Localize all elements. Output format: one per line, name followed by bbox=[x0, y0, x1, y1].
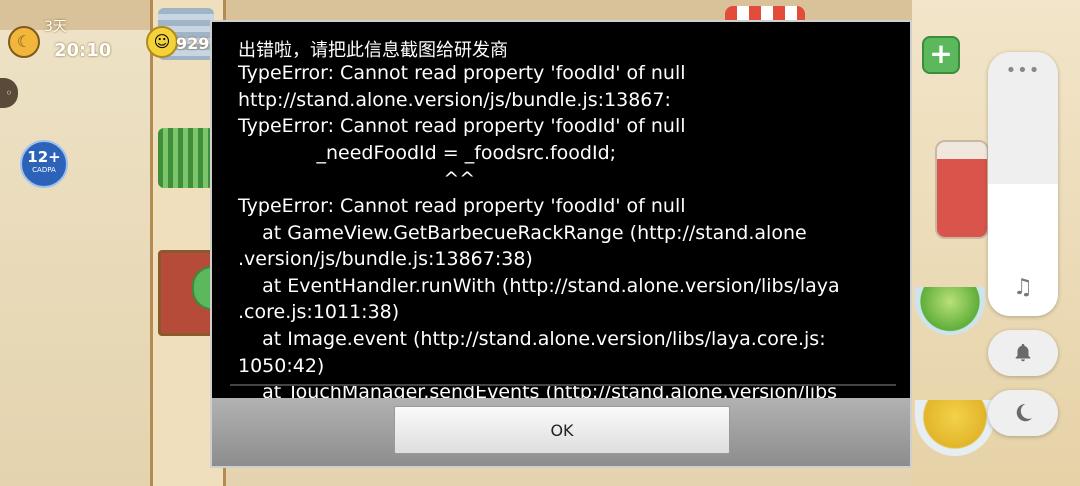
coin-count: 929 bbox=[176, 34, 210, 53]
moon-icon bbox=[1016, 403, 1033, 422]
scroll-edge bbox=[230, 384, 896, 386]
moon-icon: ☾ bbox=[8, 26, 40, 58]
error-title: 出错啦，请把此信息截图给研发商 bbox=[238, 40, 508, 61]
ok-button[interactable]: OK bbox=[394, 406, 730, 454]
dialog-footer: OK bbox=[212, 398, 910, 466]
error-line: 1050:42) bbox=[238, 354, 325, 377]
age-rating-badge: 12+ CADPA bbox=[20, 140, 68, 188]
sauce-jar[interactable] bbox=[935, 140, 989, 239]
age-rating: 12+ bbox=[27, 148, 61, 166]
error-line: at EventHandler.runWith (http://stand.al… bbox=[238, 274, 840, 297]
music-note-icon: ♫ bbox=[1013, 275, 1033, 300]
volume-panel[interactable]: ••• ♫ bbox=[988, 52, 1058, 316]
error-line: TypeError: Cannot read property 'foodId'… bbox=[238, 115, 686, 138]
error-line: at Image.event (http://stand.alone.versi… bbox=[238, 327, 826, 350]
age-rating-org: CADPA bbox=[32, 166, 56, 174]
error-line: at GameView.GetBarbecueRackRange (http:/… bbox=[238, 221, 807, 244]
day-label: 3天 bbox=[44, 19, 67, 35]
side-menu-handle[interactable]: ◦ bbox=[0, 78, 18, 108]
error-line: _needFoodId = _foodsrc.foodId; bbox=[238, 141, 617, 164]
error-line: http://stand.alone.version/js/bundle.js:… bbox=[238, 88, 671, 111]
ringer-button[interactable] bbox=[988, 330, 1058, 376]
more-dots-icon[interactable]: ••• bbox=[988, 60, 1058, 81]
error-line: TypeError: Cannot read property 'foodId'… bbox=[238, 62, 686, 84]
error-line: ^^ bbox=[238, 168, 476, 191]
error-line: .version/js/bundle.js:13867:38) bbox=[238, 248, 533, 271]
error-details: TypeError: Cannot read property 'foodId'… bbox=[238, 60, 898, 398]
do-not-disturb-button[interactable] bbox=[988, 390, 1058, 436]
scallion-tray[interactable] bbox=[158, 128, 214, 188]
time-label: 20:10 bbox=[54, 40, 112, 61]
error-line: TypeError: Cannot read property 'foodId'… bbox=[238, 194, 686, 217]
smiley-coin-icon: ☺ bbox=[146, 26, 178, 58]
add-button[interactable]: + bbox=[922, 36, 960, 74]
bell-icon bbox=[1015, 343, 1031, 362]
error-message-area[interactable]: 出错啦，请把此信息截图给研发商 TypeError: Cannot read p… bbox=[212, 22, 910, 398]
error-line: .core.js:1011:38) bbox=[238, 301, 400, 324]
error-dialog: 出错啦，请把此信息截图给研发商 TypeError: Cannot read p… bbox=[210, 20, 912, 468]
